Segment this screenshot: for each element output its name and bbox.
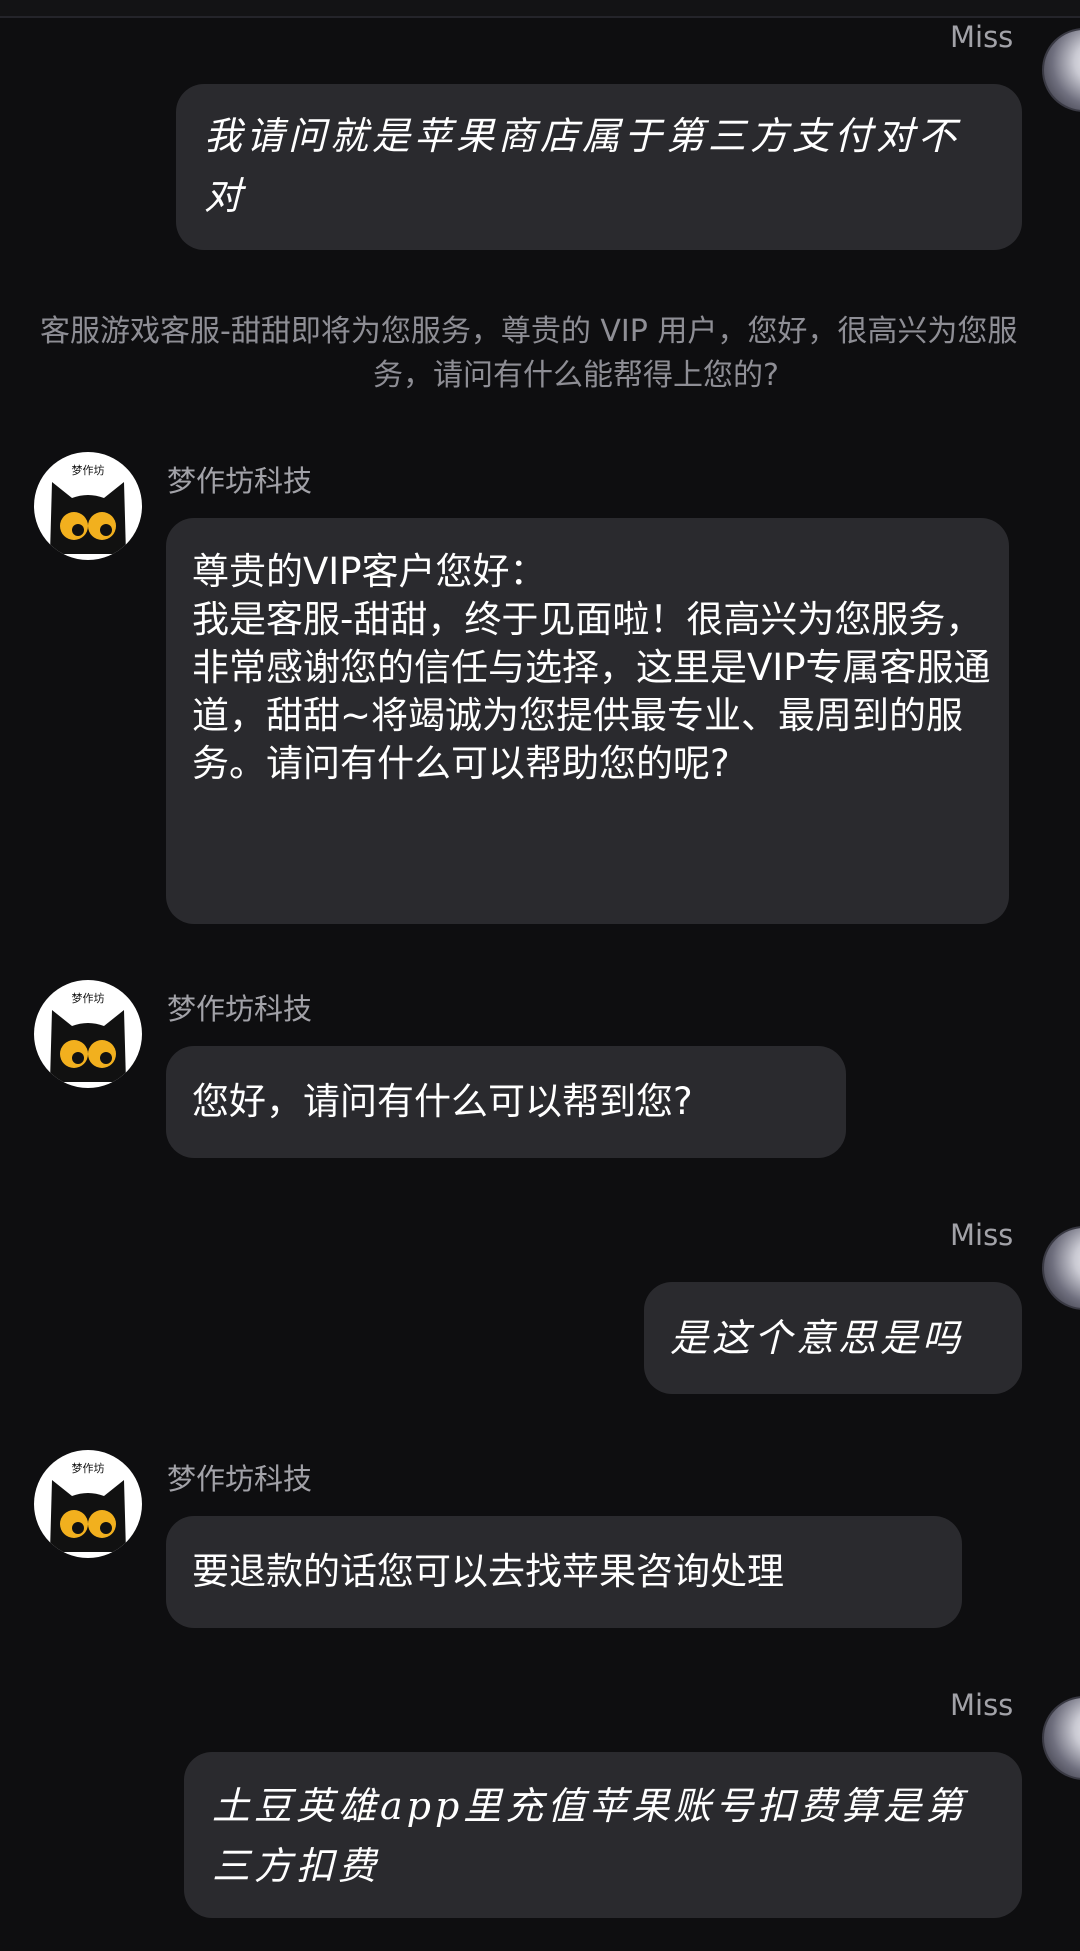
black-cat-avatar-icon: 梦作坊 (50, 463, 126, 554)
sender-name-bot: 梦作坊科技 (167, 992, 313, 1026)
user-message-bubble[interactable]: 我请问就是苹果商店属于第三方支付对不对 (176, 84, 1022, 250)
user-avatar[interactable] (1042, 1696, 1080, 1780)
status-bar-divider (0, 0, 1080, 18)
user-avatar[interactable] (1042, 1226, 1080, 1310)
user-message-bubble[interactable]: 土豆英雄app里充值苹果账号扣费算是第三方扣费 (184, 1752, 1022, 1918)
user-message-text: 土豆英雄app里充值苹果账号扣费算是第三方扣费 (212, 1784, 968, 1888)
bot-avatar[interactable]: 梦作坊 (34, 980, 142, 1088)
user-avatar[interactable] (1042, 28, 1080, 112)
bot-avatar[interactable]: 梦作坊 (34, 1450, 142, 1558)
avatar-badge-text: 梦作坊 (72, 991, 105, 1005)
user-message-bubble[interactable]: 是这个意思是吗 (644, 1282, 1022, 1394)
black-cat-avatar-icon: 梦作坊 (50, 991, 126, 1082)
sender-name-user: Miss (950, 20, 1014, 54)
avatar-badge-text: 梦作坊 (72, 1461, 105, 1475)
sender-name-user: Miss (950, 1688, 1014, 1722)
user-message-text: 是这个意思是吗 (670, 1316, 965, 1360)
black-cat-avatar-icon: 梦作坊 (50, 1461, 126, 1552)
system-message-line2: 务，请问有什么能帮得上您的? (373, 358, 779, 393)
avatar-badge-text: 梦作坊 (72, 463, 105, 477)
bot-message-text: 要退款的话您可以去找苹果咨询处理 (192, 1550, 784, 1593)
sender-name-user: Miss (950, 1218, 1014, 1252)
bot-message-bubble[interactable]: 您好，请问有什么可以帮到您? (166, 1046, 846, 1158)
bot-avatar[interactable]: 梦作坊 (34, 452, 142, 560)
bot-message-bubble[interactable]: 尊贵的VIP客户您好： 我是客服-甜甜，终于见面啦！很高兴为您服务，非常感谢您的… (166, 518, 1009, 924)
bot-message-text: 您好，请问有什么可以帮到您? (192, 1080, 693, 1123)
sender-name-bot: 梦作坊科技 (167, 464, 313, 498)
bot-message-text: 尊贵的VIP客户您好： 我是客服-甜甜，终于见面啦！很高兴为您服务，非常感谢您的… (192, 550, 991, 785)
user-message-text: 我请问就是苹果商店属于第三方支付对不对 (204, 114, 961, 218)
system-message: 客服游戏客服-甜甜即将为您服务，尊贵的 VIP 用户，您好，很高兴为您服 务，请… (40, 310, 1080, 398)
bot-message-bubble[interactable]: 要退款的话您可以去找苹果咨询处理 (166, 1516, 962, 1628)
sender-name-bot: 梦作坊科技 (167, 1462, 313, 1496)
system-message-line1: 客服游戏客服-甜甜即将为您服务，尊贵的 VIP 用户，您好，很高兴为您服 (40, 314, 1018, 349)
